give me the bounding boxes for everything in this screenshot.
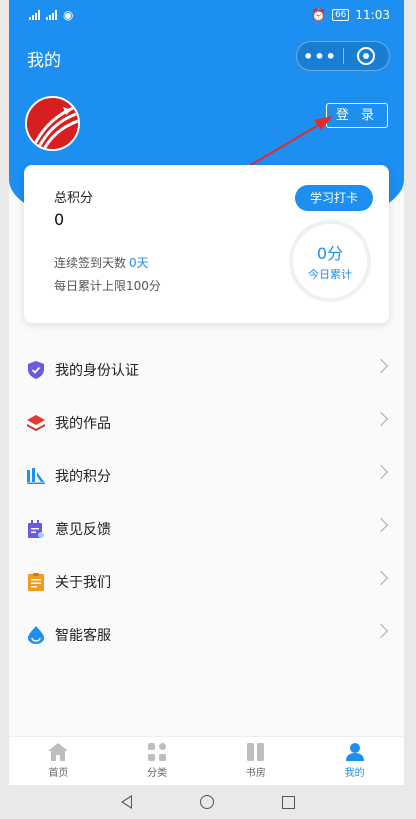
chevron-right-icon — [373, 623, 389, 639]
chevron-right-icon — [373, 464, 389, 480]
checkin-streak: 连续签到天数 0天 — [54, 254, 149, 271]
tab-label: 我的 — [344, 768, 365, 779]
menu-item-label: 智能客服 — [55, 627, 111, 644]
menu-item-customer-service[interactable]: 智能客服 — [9, 608, 404, 661]
points-card: 总积分 0 连续签到天数 0天 每日累计上限100分 学习打卡 0分 今日累计 — [24, 165, 389, 323]
tab-label: 书房 — [245, 768, 266, 779]
home-circle-icon[interactable] — [200, 795, 214, 809]
signal-icon — [29, 10, 40, 20]
status-time: 11:03 — [355, 8, 390, 22]
grid-icon — [148, 743, 167, 761]
status-bar: ◉ ⏰ 66 11:03 — [9, 0, 404, 30]
status-left: ◉ — [29, 8, 73, 22]
home-icon — [48, 743, 69, 761]
avatar[interactable] — [25, 96, 80, 151]
target-icon — [357, 47, 376, 65]
menu-item-points[interactable]: 我的积分 — [9, 449, 404, 502]
person-icon — [345, 743, 364, 761]
menu-item-label: 我的作品 — [55, 415, 111, 432]
back-icon[interactable] — [121, 795, 132, 809]
daily-limit-text: 每日累计上限100分 — [54, 279, 161, 293]
total-points-value: 0 — [54, 210, 65, 229]
bottom-tab-bar: 首页 分类 书房 我的 — [9, 736, 404, 785]
eye-icon: ◉ — [63, 8, 74, 22]
miniprogram-capsule[interactable]: ••• — [296, 41, 390, 71]
menu-item-works[interactable]: 我的作品 — [9, 396, 404, 449]
today-points-value: 0分 — [316, 244, 344, 263]
more-icon[interactable]: ••• — [297, 47, 343, 66]
menu-item-label: 我的积分 — [55, 468, 111, 485]
tab-home[interactable]: 首页 — [9, 737, 108, 785]
battery-icon: 66 — [331, 9, 350, 21]
screen: ◉ ⏰ 66 11:03 我的 ••• 登 录 总积分 0 连续签到天数 0天 … — [9, 0, 404, 785]
menu-item-about[interactable]: 关于我们 — [9, 555, 404, 608]
tab-label: 首页 — [48, 768, 69, 779]
books-icon — [246, 743, 264, 761]
chevron-right-icon — [373, 570, 389, 586]
streak-label: 连续签到天数 — [54, 256, 127, 270]
tab-label: 分类 — [147, 768, 168, 779]
streak-value: 0天 — [129, 256, 149, 270]
menu-item-feedback[interactable]: 意见反馈 — [9, 502, 404, 555]
tab-study[interactable]: 书房 — [207, 737, 306, 785]
menu-list: 我的身份认证 我的作品 我的积分 意见反馈 关于我们 智能客服 — [9, 343, 404, 661]
calendar-edit-icon — [27, 519, 45, 538]
signal-icon — [46, 10, 57, 20]
chevron-right-icon — [373, 411, 389, 427]
close-miniprogram-button[interactable] — [344, 47, 389, 65]
menu-item-label: 意见反馈 — [55, 521, 111, 538]
total-points-label: 总积分 — [54, 191, 94, 206]
logo-icon — [27, 98, 78, 149]
today-points-label: 今日累计 — [308, 268, 352, 281]
today-points-circle: 0分 今日累计 — [289, 220, 371, 302]
chevron-right-icon — [373, 517, 389, 533]
page-title: 我的 — [27, 51, 61, 71]
layers-icon — [27, 414, 45, 432]
menu-item-label: 关于我们 — [55, 574, 111, 591]
clipboard-icon — [27, 572, 45, 591]
droplet-icon — [27, 625, 45, 644]
status-right: ⏰ 66 11:03 — [311, 8, 390, 22]
shield-check-icon — [27, 360, 45, 379]
alarm-icon: ⏰ — [311, 8, 326, 22]
tab-mine[interactable]: 我的 — [305, 737, 404, 785]
bar-chart-icon — [27, 467, 45, 485]
study-checkin-button[interactable]: 学习打卡 — [295, 185, 373, 211]
chevron-right-icon — [373, 358, 389, 374]
menu-item-identity[interactable]: 我的身份认证 — [9, 343, 404, 396]
tab-category[interactable]: 分类 — [108, 737, 207, 785]
menu-item-label: 我的身份认证 — [55, 362, 139, 379]
recent-apps-icon[interactable] — [282, 795, 295, 809]
system-nav-bar — [0, 785, 416, 819]
